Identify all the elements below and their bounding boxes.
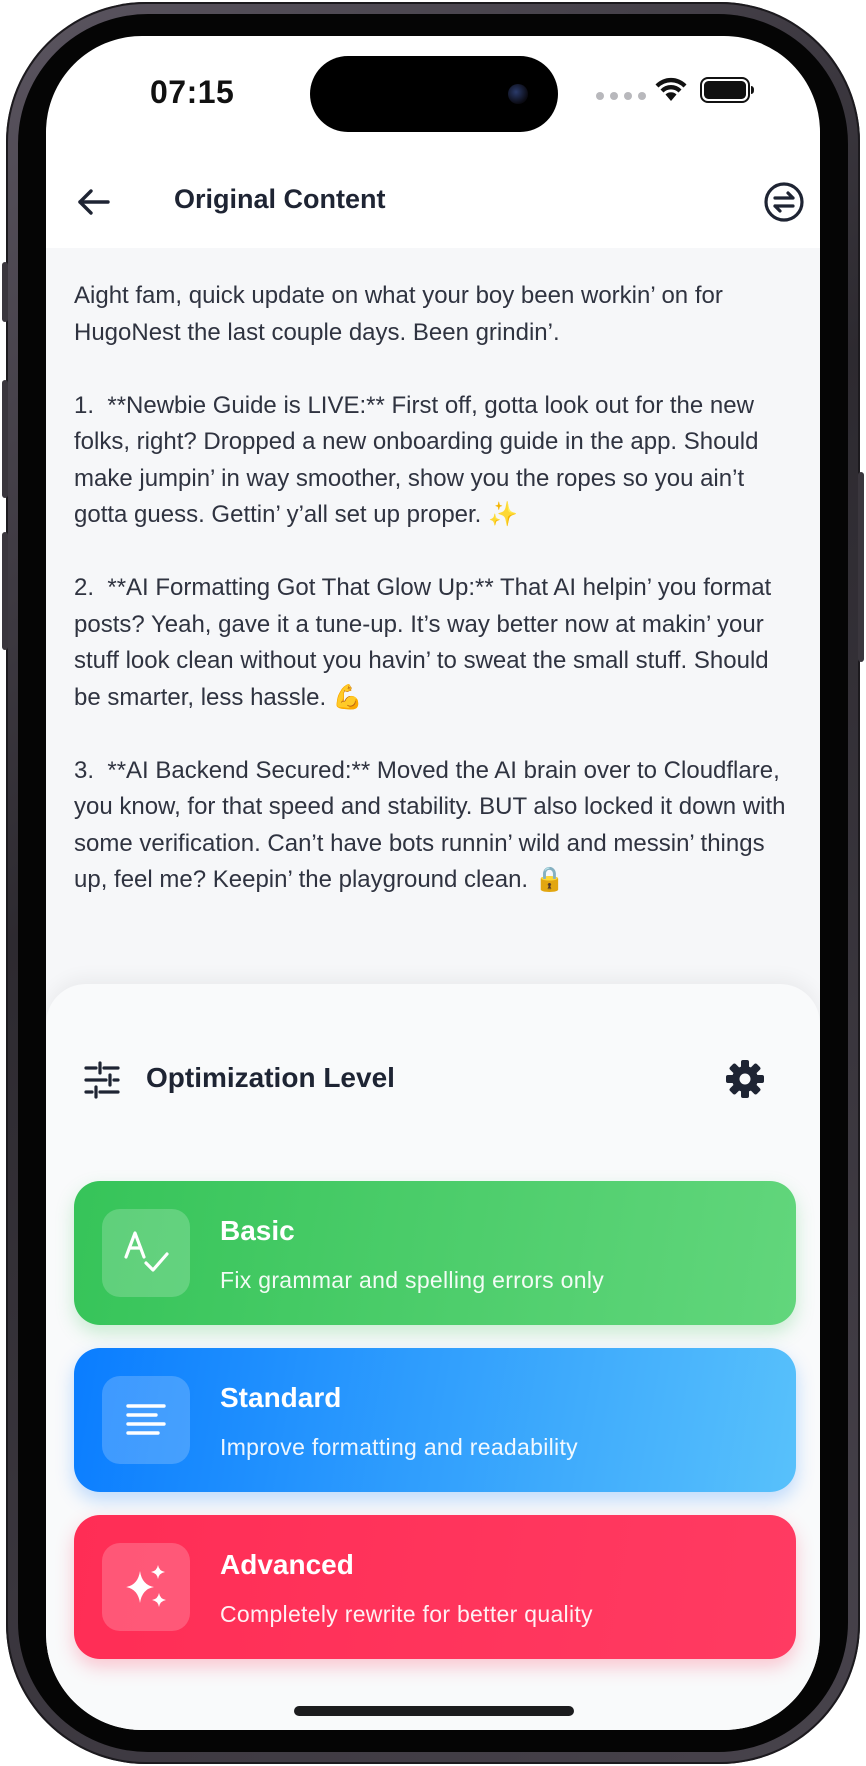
option-advanced-icon-box — [102, 1543, 190, 1631]
option-basic-title: Basic — [220, 1215, 295, 1246]
spellcheck-icon — [124, 1231, 169, 1272]
arrow-left-icon — [78, 189, 110, 215]
status-time: 07:15 — [150, 74, 235, 110]
dynamic-island — [310, 56, 558, 132]
sliders-icon — [84, 1061, 120, 1099]
optimization-sheet: Optimization Level Basic Fix grammar and… — [46, 984, 820, 1730]
option-standard-description: Improve formatting and readability — [220, 1434, 578, 1460]
signal-dots-icon — [596, 92, 646, 100]
original-content-text: Aight fam, quick update on what your boy… — [74, 282, 786, 893]
option-advanced[interactable]: Advanced Completely rewrite for better q… — [74, 1515, 796, 1659]
option-standard-title: Standard — [220, 1382, 342, 1413]
page-title: Original Content — [174, 184, 386, 214]
wifi-icon — [655, 77, 687, 101]
sparkles-icon — [126, 1565, 166, 1607]
option-advanced-description: Completely rewrite for better quality — [220, 1601, 593, 1627]
original-content-area[interactable]: Aight fam, quick update on what your boy… — [46, 248, 820, 1028]
option-basic-description: Fix grammar and spelling errors only — [220, 1267, 605, 1293]
screen: 07:15 Original Content Aight fam, quick … — [46, 36, 820, 1730]
nav-header: Original Content — [46, 156, 820, 248]
option-standard-icon-box — [102, 1376, 190, 1464]
swap-button[interactable] — [760, 178, 808, 226]
camera-icon — [508, 84, 528, 104]
battery-icon — [700, 77, 754, 103]
back-button[interactable] — [70, 178, 118, 226]
power-button — [858, 472, 864, 662]
swap-arrows-icon — [764, 182, 804, 222]
home-indicator[interactable] — [294, 1706, 574, 1716]
settings-button[interactable] — [724, 1058, 766, 1100]
gear-icon — [726, 1060, 764, 1098]
action-button — [2, 262, 8, 322]
option-basic[interactable]: Basic Fix grammar and spelling errors on… — [74, 1181, 796, 1325]
option-standard[interactable]: Standard Improve formatting and readabil… — [74, 1348, 796, 1492]
option-advanced-title: Advanced — [220, 1549, 354, 1580]
volume-up-button — [2, 380, 8, 498]
optimization-title: Optimization Level — [146, 1062, 395, 1093]
option-basic-icon-box — [102, 1209, 190, 1297]
text-lines-icon — [126, 1404, 166, 1435]
volume-down-button — [2, 532, 8, 650]
